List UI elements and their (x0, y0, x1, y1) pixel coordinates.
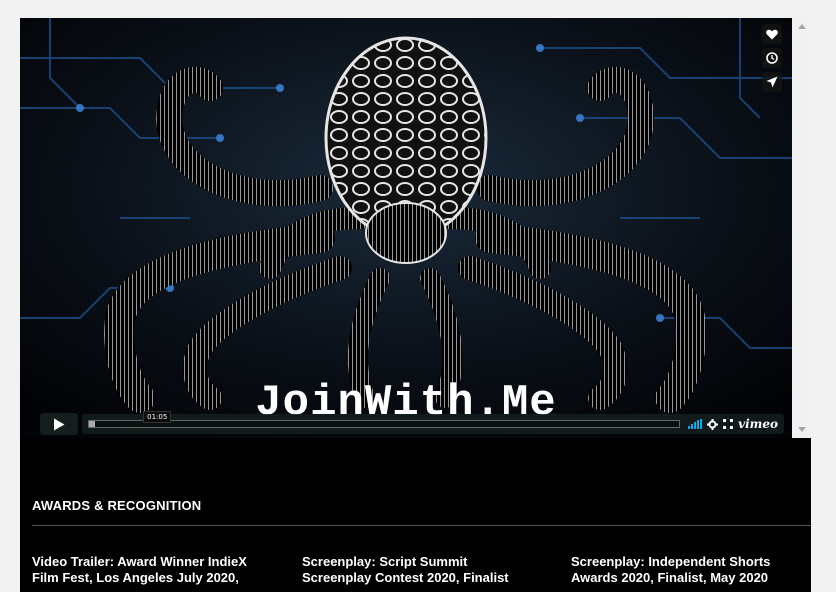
settings-gear-icon[interactable] (707, 418, 719, 430)
share-button[interactable] (762, 72, 782, 92)
award-text-line: Screenplay Contest 2020, Finalist (302, 570, 509, 585)
section-divider (32, 525, 811, 526)
content-frame: JoinWith.Me 01:05 vimeo AWARDS & RECOGNI… (20, 18, 811, 592)
play-button[interactable] (40, 413, 79, 435)
volume-control[interactable] (688, 419, 703, 429)
award-text-line: Film Fest, Los Angeles July 2020, (32, 570, 239, 585)
scroll-up-button[interactable] (792, 18, 811, 35)
like-button[interactable] (762, 24, 782, 44)
control-right: vimeo (688, 417, 778, 431)
volume-bar (691, 424, 694, 429)
video-frame-image (20, 18, 792, 438)
progress-bar[interactable]: 01:05 (88, 411, 681, 428)
side-actions (762, 24, 782, 92)
award-text-line: Screenplay: Script Summit (302, 554, 468, 569)
volume-bar (700, 419, 703, 429)
control-bar: 01:05 vimeo (82, 411, 784, 434)
time-tooltip: 01:05 (143, 411, 172, 423)
chevron-up-icon (797, 24, 806, 29)
award-text-line: Video Trailer: Award Winner IndieX (32, 554, 247, 569)
award-item: Video Trailer: Award Winner IndieX Film … (32, 554, 282, 586)
award-item: Screenplay: Script Summit Screenplay Con… (302, 554, 552, 586)
award-text-line: Screenplay: Independent Shorts (571, 554, 771, 569)
volume-bar (697, 420, 700, 429)
video-scrollbar[interactable] (792, 18, 811, 438)
volume-bar (688, 426, 691, 429)
progress-fill (89, 421, 96, 427)
player-controls: 01:05 vimeo (40, 411, 784, 435)
fullscreen-icon[interactable] (723, 419, 734, 429)
play-icon (54, 418, 65, 430)
award-text-line: Awards 2020, Finalist, May 2020 (571, 570, 769, 585)
heart-icon (766, 29, 778, 39)
chevron-down-icon (797, 427, 806, 432)
vimeo-player[interactable]: JoinWith.Me 01:05 vimeo (20, 18, 792, 438)
send-icon (766, 76, 778, 88)
scroll-down-button[interactable] (792, 421, 811, 438)
volume-bar (694, 422, 697, 429)
vimeo-logo[interactable]: vimeo (738, 417, 778, 431)
award-item: Screenplay: Independent Shorts Awards 20… (571, 554, 821, 586)
watch-later-button[interactable] (762, 48, 782, 68)
awards-heading: AWARDS & RECOGNITION (32, 498, 202, 513)
clock-icon (766, 52, 778, 64)
